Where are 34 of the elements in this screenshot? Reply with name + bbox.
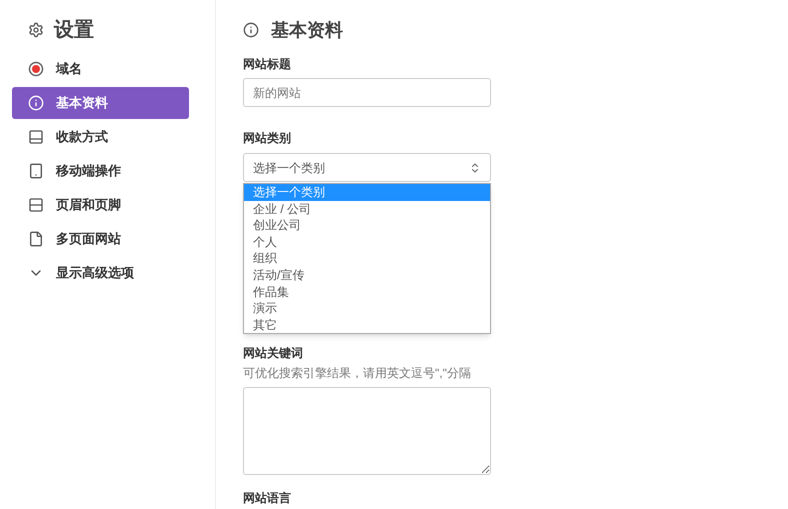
dropdown-option[interactable]: 活动/宣传 [244,266,490,284]
dropdown-option[interactable]: 其它 [244,316,490,334]
category-select[interactable]: 选择一个类别 [243,153,491,182]
sidebar-item[interactable]: 收款方式 [12,121,189,153]
sidebar-item[interactable]: 移动端操作 [12,155,189,187]
sidebar-item[interactable]: 显示高级选项 [12,257,189,289]
field-hint: 可优化搜索引擎结果，请用英文逗号","分隔 [243,365,472,382]
sidebar-item[interactable]: 基本资料 [12,87,189,119]
field-label: 网站标题 [243,56,292,73]
field-label: 网站关键词 [243,345,304,362]
card-icon [28,129,44,145]
title-field[interactable]: 新的网站 [243,78,491,107]
tablet-icon [28,163,44,179]
dropdown-option[interactable]: 企业 / 公司 [244,200,490,218]
keywords-field[interactable] [243,387,491,475]
dropdown-option[interactable]: 演示 [244,300,490,317]
dropdown-option[interactable]: 组织 [244,250,490,267]
sidebar-item[interactable]: 多页面网站 [12,223,189,255]
sort-arrows-icon [469,162,481,174]
dropdown-option[interactable]: 个人 [244,234,490,250]
field-label: 网站语言 [243,491,292,505]
sidebar-title: 设置 [54,18,94,43]
sidebar-item[interactable]: 域名 [12,53,189,85]
section-heading: 基本资料 [271,18,343,42]
rows-icon [28,197,44,213]
record-icon [28,61,44,77]
dropdown-option[interactable]: 作品集 [244,284,490,300]
sidebar-item[interactable]: 页眉和页脚 [12,189,189,221]
dropdown-option[interactable]: 创业公司 [244,217,490,234]
field-label: 网站类别 [243,130,292,147]
info-icon [28,95,44,111]
settings-icon [28,22,44,38]
info-icon [243,22,259,38]
page-icon [28,231,44,247]
